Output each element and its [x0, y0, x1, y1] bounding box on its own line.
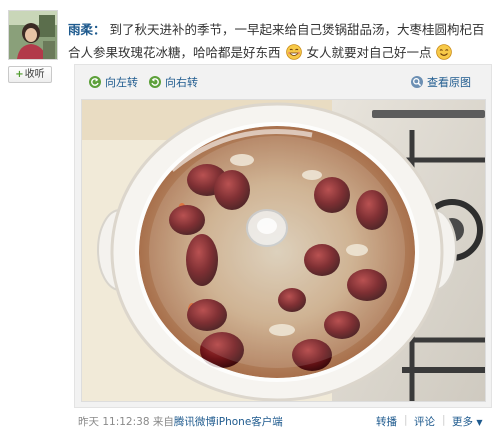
view-original-button[interactable]: 查看原图	[411, 74, 471, 90]
rotate-right-label: 向右转	[165, 76, 198, 89]
post-source[interactable]: 腾讯微博iPhone客户端	[174, 416, 283, 428]
rotate-left-label: 向左转	[105, 76, 138, 89]
plus-icon: +	[15, 69, 24, 80]
follow-label: 收听	[24, 69, 45, 80]
source-prefix: 来自	[152, 416, 174, 428]
post-meta: 昨天 11:12:38 来自腾讯微博iPhone客户端	[78, 414, 283, 429]
view-original-label: 查看原图	[427, 76, 471, 89]
rotate-right-button[interactable]: 向右转	[149, 74, 198, 90]
chevron-down-icon: ▼	[476, 418, 483, 427]
more-label: 更多	[452, 416, 473, 428]
more-button[interactable]: 更多 ▼	[452, 414, 483, 429]
rotate-right-icon	[149, 76, 161, 88]
media-toolbar: 向左转 向右转 查看原图	[75, 65, 491, 95]
smile-emoji-icon	[436, 44, 453, 60]
magnifier-icon	[411, 76, 423, 88]
divider: |	[442, 414, 446, 426]
post-body-2: 女人就要对自己好一点	[306, 45, 432, 60]
author-name[interactable]: 雨柔：	[68, 22, 106, 37]
rotate-left-icon	[89, 76, 101, 88]
avatar[interactable]	[8, 10, 58, 60]
post-footer: 昨天 11:12:38 来自腾讯微博iPhone客户端 转播 | 评论 | 更多…	[78, 414, 490, 430]
follow-button[interactable]: +收听	[8, 66, 52, 83]
post-time[interactable]: 昨天 11:12:38	[78, 416, 150, 428]
comment-button[interactable]: 评论	[414, 414, 435, 429]
grin-emoji-icon	[285, 44, 302, 60]
rotate-left-button[interactable]: 向左转	[89, 74, 138, 90]
divider: |	[404, 414, 408, 426]
media-box: 向左转 向右转 查看原图	[74, 64, 492, 408]
post-text: 雨柔： 到了秋天进补的季节，一早起来给自己煲锅甜品汤，大枣桂圆枸杞百合人参果玫瑰…	[68, 18, 486, 64]
repost-button[interactable]: 转播	[376, 414, 397, 429]
post-photo[interactable]	[81, 99, 486, 402]
